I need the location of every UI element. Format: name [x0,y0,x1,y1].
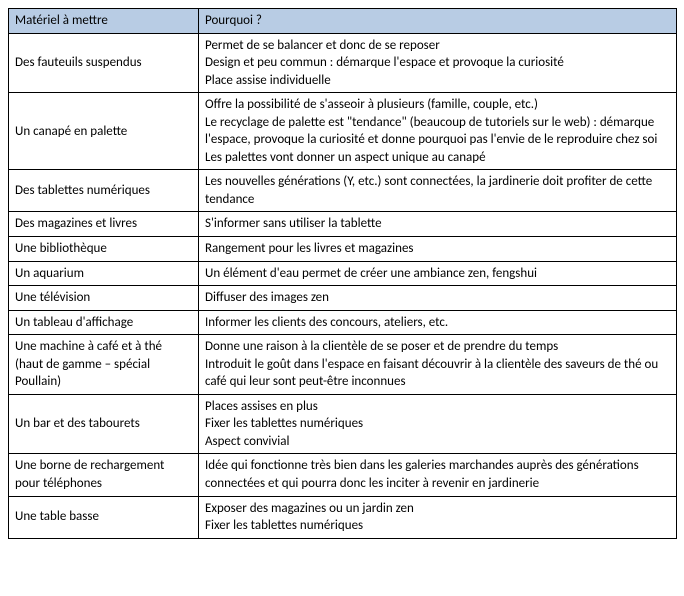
table-row: Une machine à café et à thé (haut de gam… [9,335,677,395]
material-cell: Des fauteuils suspendus [9,33,199,93]
header-material: Matériel à mettre [9,9,199,34]
reason-cell: Places assises en plusFixer les tablette… [199,394,677,454]
material-cell: Une bibliothèque [9,237,199,262]
table-row: Un canapé en palette Offre la possibilité… [9,93,677,170]
reason-line: Fixer les tablettes numériques [205,415,670,433]
reason-cell: Exposer des magazines ou un jardin zenFi… [199,496,677,538]
material-cell: Une table basse [9,496,199,538]
reason-cell: Donne une raison à la clientèle de se po… [199,335,677,395]
reason-line: S'informer sans utiliser la tablette [205,215,670,233]
reason-cell: Rangement pour les livres et magazines [199,237,677,262]
reason-line: Diffuser des images zen [205,289,670,307]
reason-line: Aspect convivial [205,433,670,451]
material-cell: Un bar et des tabourets [9,394,199,454]
material-cell: Une borne de rechargement pour téléphone… [9,454,199,496]
table-row: Une bibliothèque Rangement pour les livre… [9,237,677,262]
table-row: Des magazines et livres S'informer sans u… [9,212,677,237]
reason-cell: Informer les clients des concours, ateli… [199,310,677,335]
reason-line: Permet de se balancer et donc de se repo… [205,37,670,55]
table-row: Une borne de rechargement pour téléphone… [9,454,677,496]
table-row: Un tableau d'affichage Informer les clien… [9,310,677,335]
reason-line: Place assise individuelle [205,72,670,90]
material-cell: Un aquarium [9,261,199,286]
material-cell: Des magazines et livres [9,212,199,237]
reason-line: Introduit le goût dans l'espace en faisa… [205,356,670,391]
material-cell: Une machine à café et à thé (haut de gam… [9,335,199,395]
material-cell: Un tableau d'affichage [9,310,199,335]
reason-line: Rangement pour les livres et magazines [205,240,670,258]
reason-cell: Un élément d'eau permet de créer une amb… [199,261,677,286]
reason-line: Informer les clients des concours, ateli… [205,314,670,332]
reason-cell: Diffuser des images zen [199,286,677,311]
table-row: Un aquarium Un élément d'eau permet de cr… [9,261,677,286]
reason-line: Places assises en plus [205,398,670,416]
reason-cell: Permet de se balancer et donc de se repo… [199,33,677,93]
reason-line: Donne une raison à la clientèle de se po… [205,338,670,356]
reason-cell: Offre la possibilité de s'asseoir à plus… [199,93,677,170]
materials-table: Matériel à mettre Pourquoi ? Des fauteui… [8,8,677,539]
reason-line: Fixer les tablettes numériques [205,517,670,535]
reason-line: Exposer des magazines ou un jardin zen [205,500,670,518]
reason-line: Design et peu commun : démarque l'espace… [205,54,670,72]
table-row: Des fauteuils suspendus Permet de se bala… [9,33,677,93]
reason-line: Les nouvelles générations (Y, etc.) sont… [205,173,670,208]
reason-cell: S'informer sans utiliser la tablette [199,212,677,237]
material-cell: Une télévision [9,286,199,311]
reason-cell: Idée qui fonctionne très bien dans les g… [199,454,677,496]
table-row: Une télévision Diffuser des images zen [9,286,677,311]
reason-line: Les palettes vont donner un aspect uniqu… [205,149,670,167]
table-header-row: Matériel à mettre Pourquoi ? [9,9,677,34]
header-reason: Pourquoi ? [199,9,677,34]
reason-cell: Les nouvelles générations (Y, etc.) sont… [199,170,677,212]
reason-line: Le recyclage de palette est "tendance" (… [205,114,670,149]
reason-line: Idée qui fonctionne très bien dans les g… [205,457,670,492]
reason-line: Un élément d'eau permet de créer une amb… [205,265,670,283]
reason-line: Offre la possibilité de s'asseoir à plus… [205,96,670,114]
table-row: Un bar et des tabouretsPlaces assises en… [9,394,677,454]
material-cell: Un canapé en palette [9,93,199,170]
table-row: Des tablettes numériquesLes nouvelles gé… [9,170,677,212]
material-cell: Des tablettes numériques [9,170,199,212]
table-row: Une table basseExposer des magazines ou … [9,496,677,538]
